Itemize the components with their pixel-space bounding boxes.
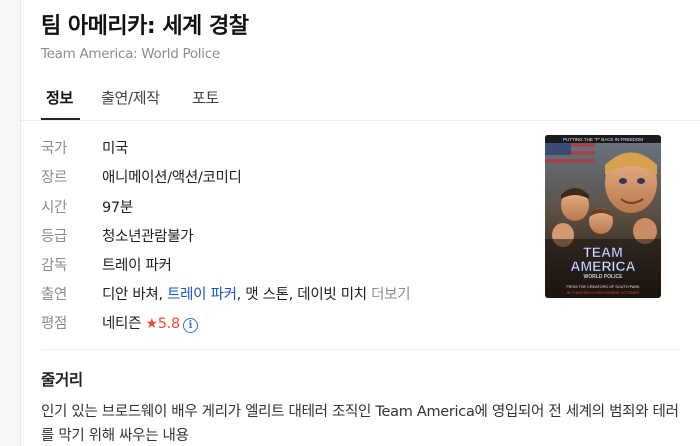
synopsis-text: 인기 있는 브로드웨이 배우 게리가 엘리트 대테러 조직인 Team Amer… <box>41 404 679 444</box>
poster-credit-line: FROM THE CREATORS OF SOUTH PARK <box>566 285 640 289</box>
tab-info[interactable]: 정보 <box>46 87 73 108</box>
info-icon[interactable]: i <box>182 318 198 333</box>
synopsis-heading: 줄거리 <box>41 371 83 389</box>
tab-bar: 정보 출연/제작 포토 <box>21 82 700 121</box>
cast-names-rest: , 맷 스톤, 데이빗 미치 <box>236 287 367 303</box>
poster-release-line: IN THEATRES EVERYWHERE OCTOBER <box>567 291 640 295</box>
score-label: 평점 <box>41 316 68 332</box>
country-value: 미국 <box>102 141 129 157</box>
director-label: 감독 <box>41 258 68 274</box>
tab-cast-crew[interactable]: 출연/제작 <box>101 87 160 108</box>
cast-value: 디안 바쳐, 트레이 파커, 맷 스톤, 데이빗 미치 더보기 <box>102 283 411 304</box>
movie-title: 팀 아메리카: 세계 경찰 <box>41 14 249 39</box>
poster-logo-line3: WORLD POLICE <box>584 274 624 280</box>
cast-label: 출연 <box>41 287 68 303</box>
cast-link-trey-parker[interactable]: 트레이 파커 <box>167 287 237 303</box>
country-label: 국가 <box>41 141 68 157</box>
genre-value: 애니메이션/액션/코미디 <box>102 170 242 186</box>
score-source: 네티즌 <box>102 316 142 332</box>
star-icon: ★ <box>145 316 158 332</box>
score-value: 네티즌 ★5.8 i <box>102 312 198 333</box>
movie-info-card: 팀 아메리카: 세계 경찰 Team America: World Police… <box>20 0 700 446</box>
movie-poster[interactable]: PUTTING THE "F" BACK IN FREEDOM TEAM AME… <box>545 135 661 298</box>
genre-label: 장르 <box>41 170 68 186</box>
cast-name: 디안 바쳐, <box>102 287 163 303</box>
movie-original-title: Team America: World Police <box>41 46 220 62</box>
cast-more-link[interactable]: 더보기 <box>371 287 410 303</box>
score-number: 5.8 <box>157 316 180 332</box>
poster-tagline: PUTTING THE "F" BACK IN FREEDOM <box>563 137 643 142</box>
poster-image: PUTTING THE "F" BACK IN FREEDOM TEAM AME… <box>545 135 661 298</box>
runtime-label: 시간 <box>41 200 68 216</box>
runtime-value: 97분 <box>102 200 133 216</box>
section-divider <box>41 349 681 350</box>
active-tab-indicator <box>41 118 80 120</box>
rating-label: 등급 <box>41 229 68 245</box>
director-link[interactable]: 트레이 파커 <box>102 254 172 275</box>
poster-logo-line2: AMERICA <box>570 258 635 274</box>
rating-value: 청소년관람불가 <box>102 229 194 245</box>
tab-photo[interactable]: 포토 <box>192 87 219 108</box>
